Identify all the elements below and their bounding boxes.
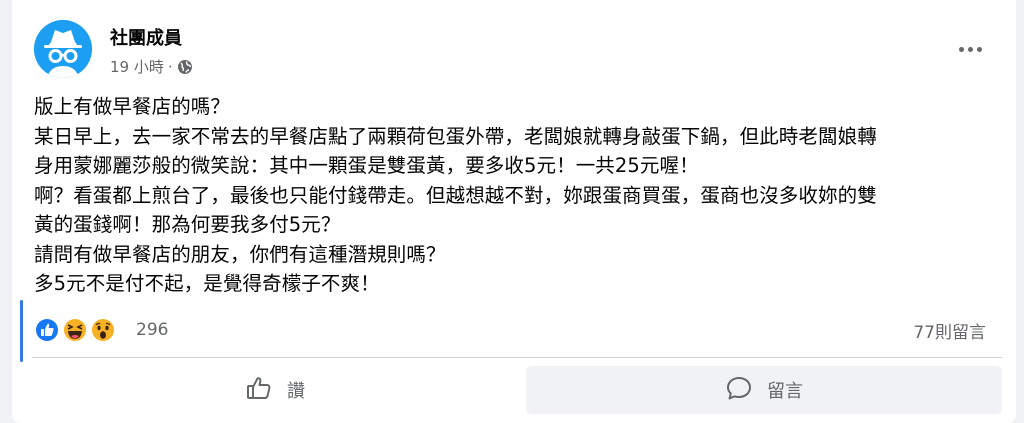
post-line: 多5元不是付不起，是覺得奇檬子不爽！ [34, 272, 380, 295]
action-bar: 讚 留言 [32, 366, 1002, 414]
post-header: 社團成員 19 小時 · [32, 16, 1002, 80]
comment-button[interactable]: 留言 [526, 366, 1002, 414]
author-name[interactable]: 社團成員 [110, 24, 182, 50]
more-dot [976, 46, 982, 52]
more-dot [958, 46, 964, 52]
comment-bubble-icon [725, 374, 753, 407]
wow-reaction-icon [90, 317, 116, 343]
post-line: 某日早上，去一家不常去的早餐店點了兩顆荷包蛋外帶，老闆娘就轉身敲蛋下鍋，但此時老… [34, 124, 877, 148]
reaction-icons [34, 316, 130, 344]
post-card: 社團成員 19 小時 · 版上有做早餐店的嗎？ 某日早上，去一家不常去的早餐店點… [12, 0, 1016, 423]
post-meta: 19 小時 · [110, 56, 193, 77]
anonymous-avatar-icon[interactable] [34, 20, 92, 78]
focus-accent-bar [20, 300, 23, 362]
post-line: 請問有做早餐店的朋友，你們有這種潛規則嗎？ [34, 242, 446, 266]
post-line: 版上有做早餐店的嗎？ [34, 95, 231, 118]
post-body: 版上有做早餐店的嗎？ 某日早上，去一家不常去的早餐店點了兩顆荷包蛋外帶，老闆娘就… [34, 92, 1009, 299]
thumbs-up-icon [245, 374, 273, 407]
haha-reaction-icon [62, 317, 88, 343]
comment-count-link[interactable]: 77則留言 [913, 318, 986, 343]
post-time[interactable]: 19 小時 [110, 56, 164, 77]
like-label: 讚 [287, 381, 305, 402]
divider [32, 357, 1002, 358]
more-options-button[interactable] [952, 34, 988, 64]
post-line: 身用蒙娜麗莎般的微笑說：其中一顆蛋是雙蛋黃，要多收5元！一共25元喔！ [34, 154, 699, 177]
like-reaction-icon [34, 317, 60, 343]
post-line: 啊？看蛋都上煎台了，最後也只能付錢帶走。但越想越不對，妳跟蛋商買蛋，蛋商也沒多收… [34, 183, 877, 207]
comment-label: 留言 [767, 381, 803, 402]
more-dot [967, 46, 973, 52]
like-button[interactable]: 讚 [32, 366, 518, 414]
post-line: 黃的蛋錢啊！那為何要我多付5元？ [34, 213, 341, 236]
meta-separator: · [167, 57, 173, 76]
reaction-count: 296 [136, 320, 169, 340]
reactions-summary[interactable]: 296 [34, 316, 168, 344]
globe-icon[interactable] [177, 59, 193, 75]
